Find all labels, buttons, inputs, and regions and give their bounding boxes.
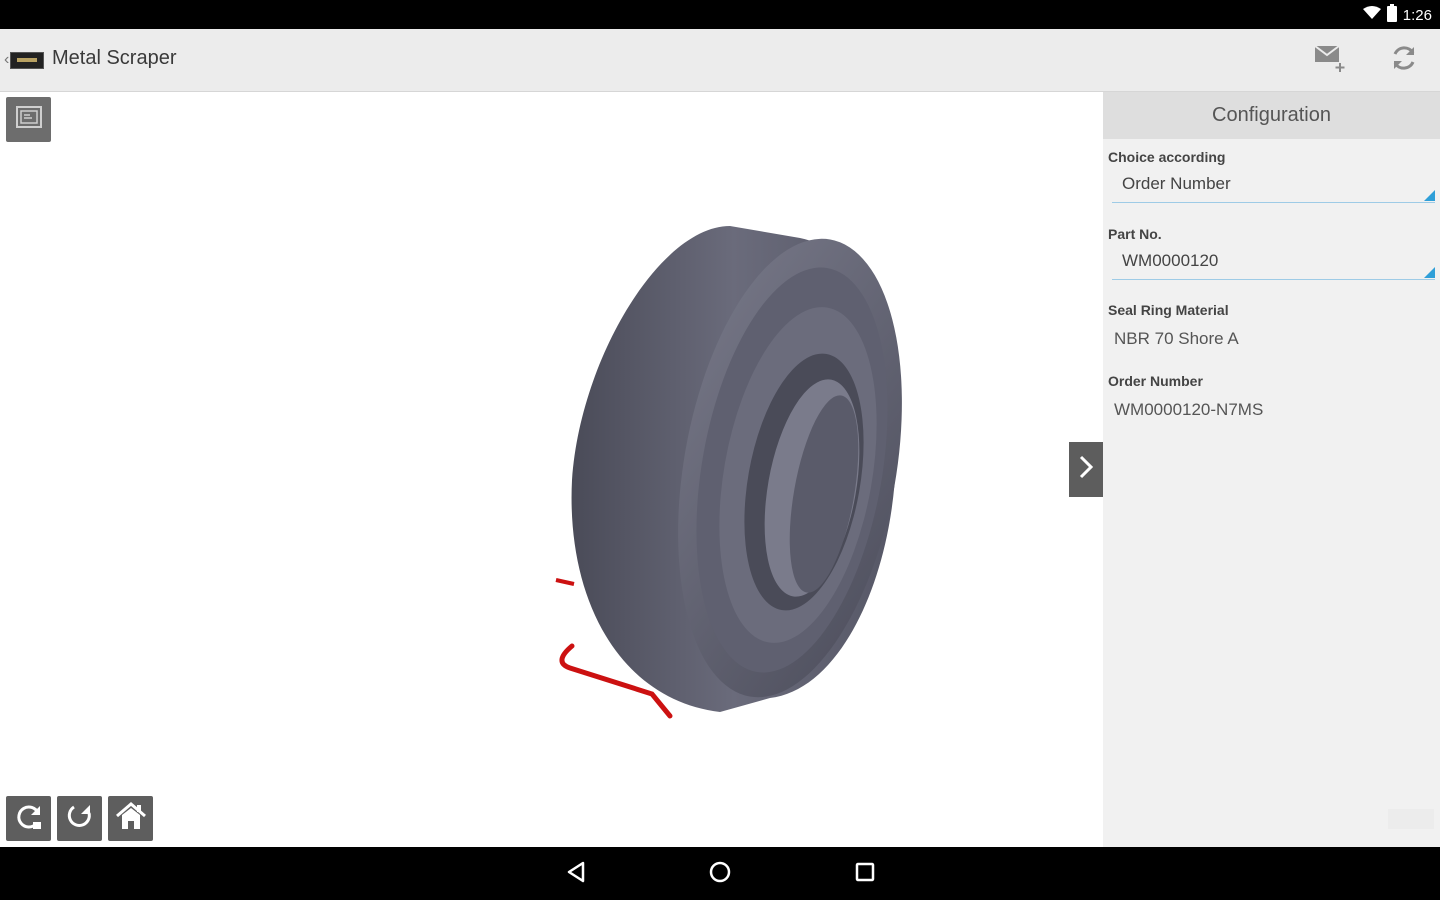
app-bar: ‹ Metal Scraper bbox=[0, 29, 1440, 92]
share-icon bbox=[1312, 43, 1346, 78]
dropdown-arrow-icon bbox=[1424, 267, 1435, 278]
nav-back-button[interactable] bbox=[561, 859, 591, 889]
wifi-icon bbox=[1362, 5, 1381, 25]
seal-ring-material-label: Seal Ring Material bbox=[1108, 302, 1229, 318]
chevron-right-icon bbox=[1078, 455, 1094, 484]
choice-according-dropdown[interactable]: Order Number bbox=[1112, 172, 1435, 203]
battery-icon bbox=[1386, 3, 1397, 27]
part-no-value: WM0000120 bbox=[1122, 251, 1219, 270]
view-toggle-button[interactable] bbox=[6, 97, 51, 142]
nav-back-icon bbox=[565, 861, 587, 888]
status-icons: 1:26 bbox=[1362, 3, 1432, 27]
status-bar: 1:26 bbox=[0, 0, 1440, 29]
part-no-label: Part No. bbox=[1108, 226, 1162, 242]
navigation-bar bbox=[0, 847, 1440, 900]
panel-corner-box bbox=[1388, 809, 1434, 829]
order-number-value: WM0000120-N7MS bbox=[1114, 400, 1264, 419]
home-view-button[interactable] bbox=[108, 796, 153, 841]
view-toggle-icon bbox=[15, 106, 42, 133]
nav-home-button[interactable] bbox=[705, 859, 735, 889]
dropdown-arrow-icon bbox=[1424, 190, 1435, 201]
back-chevron-icon: ‹ bbox=[4, 51, 10, 68]
rotate-button[interactable] bbox=[6, 796, 51, 841]
choice-according-value: Order Number bbox=[1122, 174, 1231, 193]
rotate-icon bbox=[14, 801, 44, 836]
reset-rotate-icon bbox=[65, 801, 95, 836]
nav-recents-button[interactable] bbox=[850, 859, 880, 889]
nav-recents-icon bbox=[854, 861, 876, 888]
back-button[interactable]: ‹ bbox=[4, 49, 45, 71]
view-toolbar bbox=[6, 796, 153, 841]
nav-home-icon bbox=[708, 860, 732, 889]
status-time: 1:26 bbox=[1402, 6, 1432, 24]
app-logo bbox=[10, 51, 45, 69]
choice-according-label: Choice according bbox=[1108, 149, 1226, 165]
seal-3d-model[interactable] bbox=[540, 220, 910, 725]
home-icon bbox=[115, 802, 147, 835]
part-no-dropdown[interactable]: WM0000120 bbox=[1112, 249, 1435, 280]
configuration-panel: Configuration Choice according Order Num… bbox=[1103, 92, 1440, 847]
refresh-icon bbox=[1389, 43, 1419, 78]
reset-rotate-button[interactable] bbox=[57, 796, 102, 841]
app-title: Metal Scraper bbox=[52, 47, 177, 69]
share-button[interactable] bbox=[1311, 43, 1347, 77]
refresh-button[interactable] bbox=[1386, 43, 1422, 77]
configuration-header: Configuration bbox=[1103, 92, 1440, 139]
seal-ring-material-value: NBR 70 Shore A bbox=[1114, 329, 1239, 348]
model-viewer[interactable] bbox=[0, 92, 1103, 847]
expand-panel-button[interactable] bbox=[1069, 442, 1103, 497]
order-number-label: Order Number bbox=[1108, 373, 1203, 389]
